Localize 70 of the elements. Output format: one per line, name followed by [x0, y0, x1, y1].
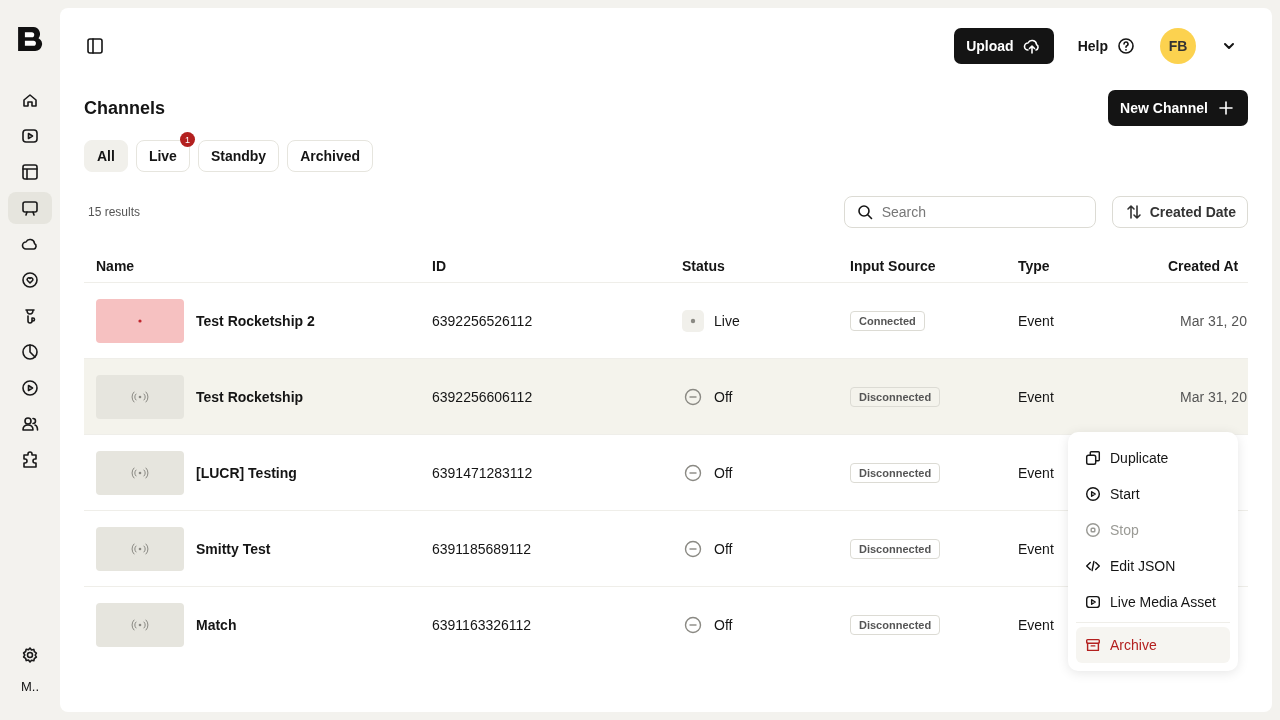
menu-item[interactable]: Archive	[1076, 627, 1230, 663]
media-icon	[1084, 593, 1102, 611]
channel-id: 6391163326112	[432, 616, 533, 633]
column-header: ID	[432, 258, 447, 274]
layout-icon	[20, 162, 40, 182]
new-channel-button[interactable]: New Channel	[1108, 90, 1248, 126]
column-header: Status	[682, 258, 726, 274]
puzzle-icon	[20, 450, 40, 470]
help-button[interactable]: Help	[1077, 36, 1136, 56]
menu-item[interactable]: Duplicate	[1076, 440, 1230, 476]
filter-tab[interactable]: Archived	[287, 140, 374, 172]
status-text: Off	[714, 616, 733, 633]
plus-icon	[1216, 98, 1236, 118]
panel-icon	[85, 36, 105, 56]
sort-button[interactable]: Created Date	[1111, 196, 1248, 228]
pie-chart-icon	[20, 342, 40, 362]
input-source-tag: Disconnected	[850, 614, 941, 635]
menu-item[interactable]: Live Media Asset	[1076, 584, 1230, 620]
status-text: Off	[714, 388, 733, 405]
channel-id: 6392256606112	[432, 388, 534, 405]
monitor-icon	[20, 198, 40, 218]
heart-circle-icon	[20, 270, 40, 290]
status-text: Off	[714, 464, 733, 481]
nav-item[interactable]	[8, 192, 52, 224]
channel-id: 6391185689112	[432, 540, 533, 557]
play-circle-icon	[1084, 485, 1102, 503]
channel-name[interactable]: Match	[196, 616, 237, 633]
table-row[interactable]: Test Rocketship 6392256606112 Off Disconnected Event Mar 31, 20	[84, 358, 1248, 434]
column-header: Type	[1018, 258, 1051, 274]
sidebar-toggle-button[interactable]	[84, 35, 106, 57]
status-text: Off	[714, 540, 733, 557]
status-text: Live	[714, 312, 740, 329]
search-field[interactable]: Search	[843, 196, 1096, 228]
stop-circle-icon	[1084, 521, 1102, 539]
type-text: Event	[1018, 616, 1055, 633]
copy-icon	[1084, 449, 1102, 467]
column-header: Name	[96, 258, 136, 274]
input-source-tag: Disconnected	[850, 386, 941, 407]
menu-item[interactable]: Start	[1076, 476, 1230, 512]
play-circle-icon	[20, 378, 40, 398]
channel-name[interactable]: Test Rocketship 2	[196, 312, 315, 329]
type-text: Event	[1018, 312, 1055, 329]
filter-tab[interactable]: All	[84, 140, 128, 172]
filter-tab[interactable]: Standby	[197, 140, 280, 172]
created-date: Mar 31, 20	[1180, 388, 1247, 405]
workspace-label[interactable]: M..	[20, 679, 40, 694]
input-source-tag: Disconnected	[850, 538, 941, 559]
created-date: Mar 31, 20	[1180, 312, 1247, 329]
settings-icon	[20, 645, 40, 665]
play-screen-icon	[20, 126, 40, 146]
help-icon	[1116, 36, 1136, 56]
page-title: Channels	[84, 97, 166, 119]
input-source-tag: Disconnected	[850, 462, 941, 483]
avatar[interactable]: FB	[1160, 28, 1196, 64]
column-header: Created At	[1168, 258, 1240, 274]
channel-name[interactable]: Test Rocketship	[196, 388, 304, 405]
menu-item[interactable]: Edit JSON	[1076, 548, 1230, 584]
type-text: Event	[1018, 388, 1055, 405]
type-text: Event	[1018, 464, 1055, 481]
channel-name[interactable]: [LUCR] Testing	[196, 464, 297, 481]
users-icon	[20, 414, 40, 434]
type-text: Event	[1018, 540, 1055, 557]
results-count: 15 results	[87, 205, 141, 219]
channel-id: 6392256526112	[432, 312, 534, 329]
channel-name[interactable]: Smitty Test	[196, 540, 271, 557]
input-source-tag: Connected	[850, 310, 925, 331]
channel-id: 6391471283112	[432, 464, 534, 481]
upload-button[interactable]: Upload	[954, 28, 1054, 64]
column-header: Input Source	[850, 258, 937, 274]
archive-icon	[1084, 636, 1102, 654]
